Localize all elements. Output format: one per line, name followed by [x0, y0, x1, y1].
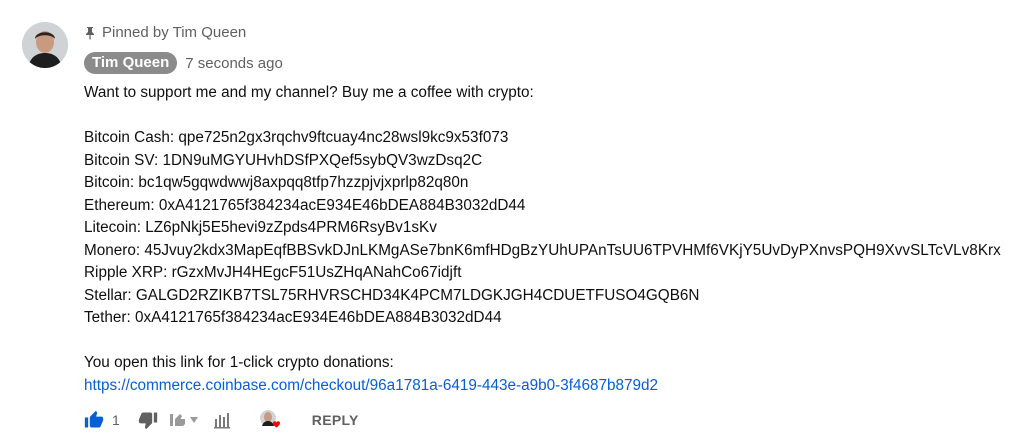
link-intro: You open this link for 1-click crypto do…: [84, 354, 394, 371]
comment-body: Want to support me and my channel? Buy m…: [84, 82, 1014, 397]
comment-action-bar: 1 REPLY: [84, 408, 359, 432]
like-count: 1: [112, 412, 120, 428]
avatar-image: [22, 22, 68, 68]
address-line: Tether: 0xA4121765f384234acE934E46bDEA88…: [84, 309, 502, 326]
thumbs-down-icon: [138, 412, 157, 430]
address-line: Litecoin: LZ6pNkj5E5hevi9zZpds4PRM6RsyBv…: [84, 219, 437, 236]
heart-menu-icon: [169, 414, 198, 426]
stats-button[interactable]: [212, 408, 232, 432]
reply-button[interactable]: REPLY: [312, 412, 359, 428]
creator-heart-badge[interactable]: [258, 408, 282, 432]
address-line: Ripple XRP: rGzxMvJH4HEgcF51UsZHqANahCo6…: [84, 264, 462, 281]
bar-chart-icon: [213, 413, 230, 429]
thumbs-up-icon: [84, 410, 104, 428]
comment-intro: Want to support me and my channel? Buy m…: [84, 84, 534, 101]
creator-heart-menu[interactable]: [168, 408, 202, 432]
creator-heart-icon: [259, 410, 280, 428]
link-line: https://commerce.coinbase.com/checkout/9…: [84, 375, 1014, 398]
author-name-chip[interactable]: Tim Queen: [84, 52, 178, 74]
address-line: Bitcoin Cash: qpe725n2gx3rqchv9ftcuay4nc…: [84, 129, 509, 146]
pinned-indicator: Pinned by Tim Queen: [84, 24, 246, 41]
address-line: Monero: 45Jvuy2kdx3MapEqfBBSvkDJnLKMgASe…: [84, 241, 1001, 259]
donation-link[interactable]: https://commerce.coinbase.com/checkout/9…: [84, 377, 658, 394]
dislike-button[interactable]: [138, 408, 158, 432]
like-button[interactable]: [84, 408, 104, 432]
pinned-label: Pinned by Tim Queen: [102, 24, 247, 41]
author-avatar[interactable]: [22, 22, 68, 68]
address-line: Bitcoin SV: 1DN9uMGYUHvhDSfPXQef5sybQV3w…: [84, 151, 483, 169]
comment-timestamp[interactable]: 7 seconds ago: [185, 55, 283, 72]
address-line: Stellar: GALGD2RZIKB7TSL75RHVRSCHD34K4PC…: [84, 286, 700, 304]
comment-header: Tim Queen 7 seconds ago: [84, 52, 283, 74]
pin-icon: [86, 26, 94, 39]
address-line: Ethereum: 0xA4121765f384234acE934E46bDEA…: [84, 196, 526, 214]
address-line: Bitcoin: bc1qw5gqwdwwj8axpqq8tfp7hzzpjvj…: [84, 174, 469, 191]
